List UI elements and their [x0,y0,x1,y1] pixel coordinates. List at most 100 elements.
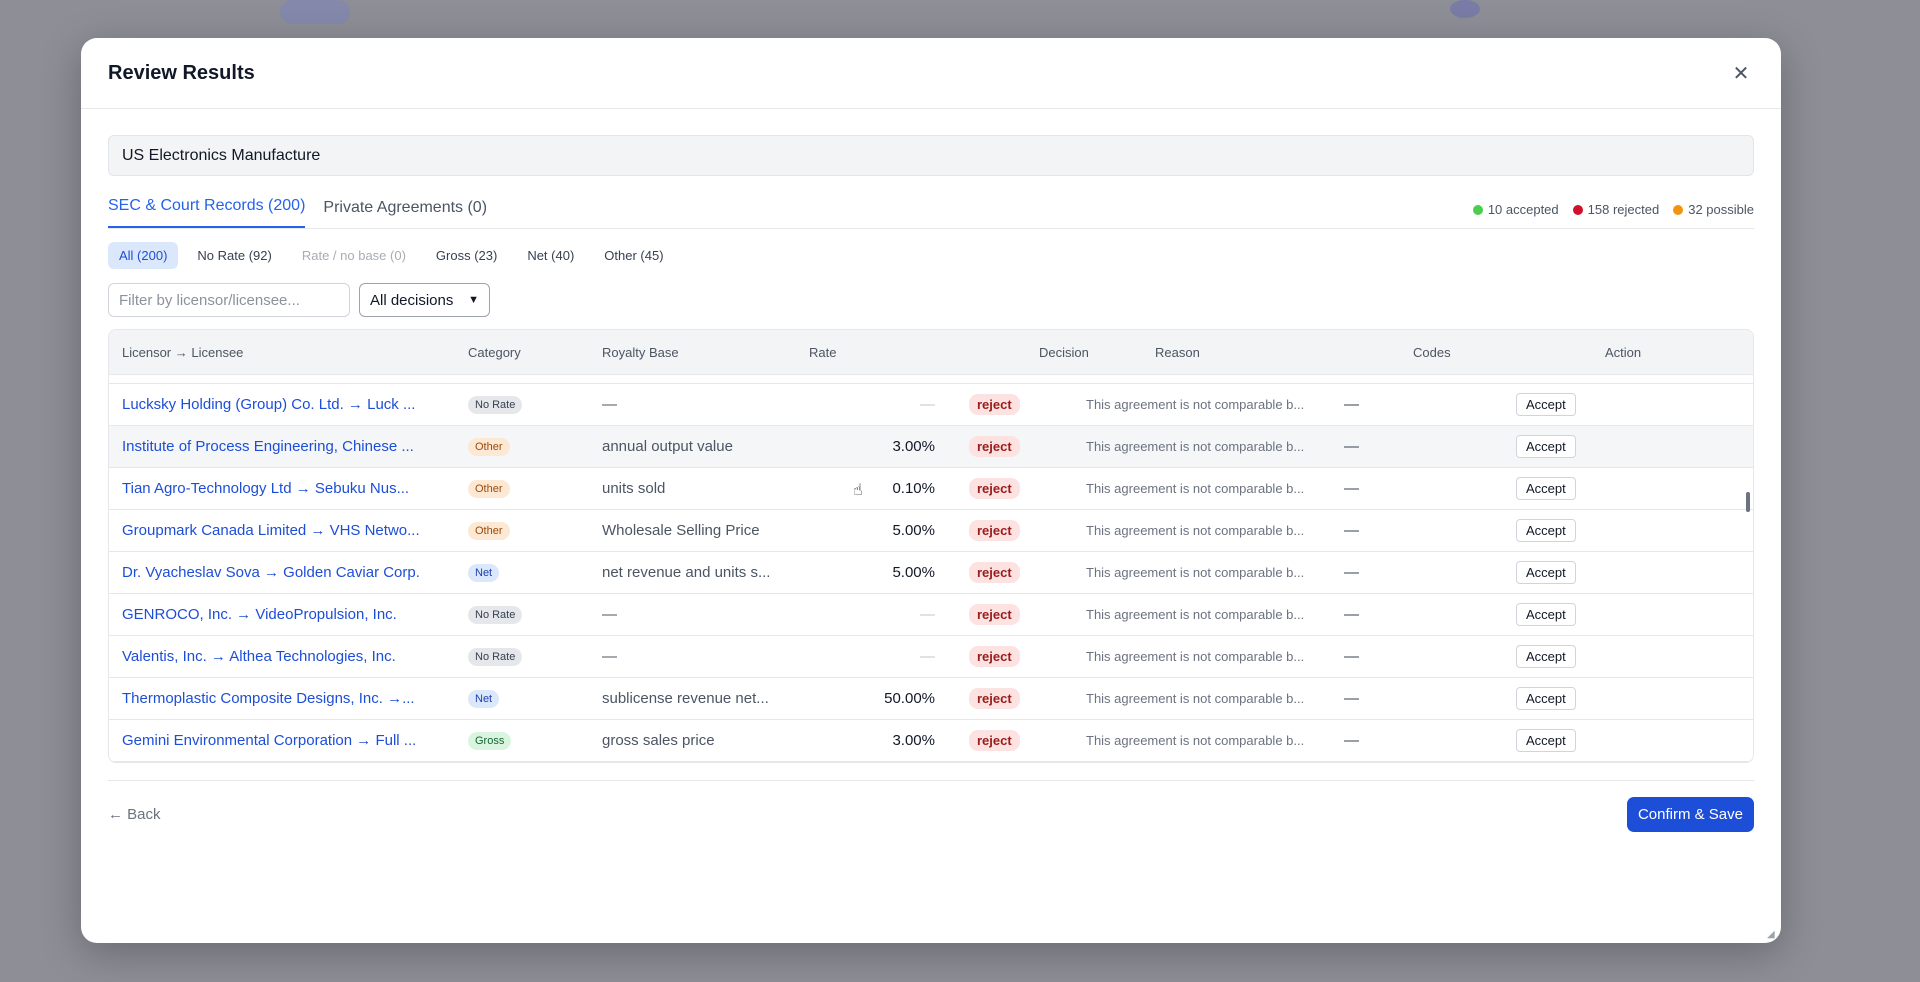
accept-button[interactable]: Accept [1516,645,1576,668]
category-badge: No Rate [468,606,523,624]
reason-cell: This agreement is not comparable b... [1086,649,1305,664]
filter-chip[interactable]: Net (40) [516,242,585,269]
decision-badge: reject [969,394,1020,415]
accept-button[interactable]: Accept [1516,603,1576,626]
stat-item: 32 possible [1673,202,1754,217]
category-badge: Other [468,480,510,498]
close-icon[interactable]: ✕ [1729,61,1753,85]
reason-cell: This agreement is not comparable b... [1086,691,1305,706]
licensor-link[interactable]: Gemini Environmental Corporation → Full … [109,732,455,749]
reason-cell: This agreement is not comparable b... [1086,607,1305,622]
filter-chip[interactable]: Other (45) [593,242,674,269]
royalty-base-cell: sublicense revenue net... [602,690,769,707]
accept-button[interactable]: Accept [1516,393,1576,416]
table-row: Lucksky Holding (Group) Co. Ltd. → Luck … [109,384,1753,426]
licensor-link[interactable]: Valentis, Inc. → Althea Technologies, In… [109,648,455,665]
status-dot-icon [1572,204,1583,215]
tabs-row: SEC & Court Records (200) Private Agreeme… [108,189,1754,229]
licensor-link[interactable]: Lucksky Holding (Group) Co. Ltd. → Luck … [109,396,455,413]
company-name: US Electronics Manufacture [122,146,321,164]
header-codes: Codes [1413,344,1451,360]
tab-1[interactable]: Private Agreements (0) [323,189,487,228]
category-badge: Gross [468,732,512,750]
tab-0[interactable]: SEC & Court Records (200) [108,189,306,228]
rate-cell: 50.00% [884,690,935,707]
action-cell: Accept [1503,519,1633,542]
stat-label: 32 possible [1688,202,1754,217]
action-cell: Accept [1503,393,1633,416]
codes-cell: — [1344,732,1359,749]
royalty-base-cell: — [602,606,617,623]
table-row: Tian Agro-Technology Ltd → Sebuku Nus...… [109,468,1753,510]
resize-handle-icon[interactable]: ◢ [1767,929,1777,940]
category-badge: Net [468,564,500,582]
category-filter-chips: All (200) No Rate (92) Rate / no base (0) G… [108,242,1754,269]
filter-chip: Rate / no base (0) [301,248,406,263]
header-category: Category [468,344,521,360]
decision-cell: reject [956,688,1073,709]
filters-row: All decisions ▼ [108,283,1754,317]
licensor-link[interactable]: Tian Agro-Technology Ltd → Sebuku Nus... [109,480,455,497]
decision-cell: reject [956,562,1073,583]
stat-label: 10 accepted [1487,202,1559,217]
royalty-base-cell: gross sales price [602,732,715,749]
category-cell: Other [455,479,589,498]
header-rate: Rate [809,344,837,360]
rate-cell: 5.00% [892,522,935,539]
chevron-down-icon: ▼ [468,294,479,306]
category-badge: No Rate [468,396,523,414]
accept-button[interactable]: Accept [1516,477,1576,500]
codes-cell: — [1344,522,1359,539]
table-row: GENROCO, Inc. → VideoPropulsion, Inc. No … [109,594,1753,636]
accept-button[interactable]: Accept [1516,729,1576,752]
licensor-link[interactable]: Groupmark Canada Limited → VHS Netwo... [109,522,455,539]
table-scrollbar[interactable] [1746,492,1750,512]
royalty-base-cell: units sold [602,480,666,497]
modal-header: Review Results ✕ [81,38,1781,109]
table-row-partial [109,375,1753,384]
category-cell: Gross [455,731,589,750]
decision-badge: reject [969,436,1020,457]
back-button[interactable]: ← Back [108,806,161,823]
accept-button[interactable]: Accept [1516,561,1576,584]
rate-cell: — [920,396,935,413]
header-action: Action [1605,344,1642,360]
confirm-save-button[interactable]: Confirm & Save [1626,797,1754,832]
decision-badge: reject [969,520,1020,541]
stat-item: 158 rejected [1572,202,1659,217]
decision-select[interactable]: All decisions ▼ [359,283,490,317]
decision-badge: reject [969,688,1020,709]
licensor-link[interactable]: Dr. Vyacheslav Sova → Golden Caviar Corp… [109,564,455,581]
reason-cell: This agreement is not comparable b... [1086,523,1305,538]
filter-chip[interactable]: No Rate (92) [186,242,282,269]
category-cell: No Rate [455,605,589,624]
reason-cell: This agreement is not comparable b... [1086,397,1305,412]
decision-badge: reject [969,478,1020,499]
codes-cell: — [1344,606,1359,623]
rate-cell: — [920,606,935,623]
category-cell: Net [455,689,589,708]
codes-cell: — [1344,564,1359,581]
codes-cell: — [1344,690,1359,707]
action-cell: Accept [1503,477,1633,500]
licensor-link[interactable]: Institute of Process Engineering, Chines… [109,438,455,455]
header-reason: Reason [1155,344,1200,360]
accept-button[interactable]: Accept [1516,519,1576,542]
filter-chip[interactable]: Gross (23) [425,242,508,269]
decision-cell: reject [956,730,1073,751]
licensor-link[interactable]: Thermoplastic Composite Designs, Inc. →.… [109,690,455,707]
codes-cell: — [1344,480,1359,497]
licensor-link[interactable]: GENROCO, Inc. → VideoPropulsion, Inc. [109,606,455,623]
header-royalty-base: Royalty Base [602,344,679,360]
rate-cell: — [920,648,935,665]
accept-button[interactable]: Accept [1516,687,1576,710]
decision-cell: reject [956,646,1073,667]
codes-cell: — [1344,396,1359,413]
codes-cell: — [1344,438,1359,455]
background-logo [280,0,350,24]
licensor-filter-input[interactable] [108,283,350,317]
filter-chip[interactable]: All (200) [108,242,179,269]
modal-title: Review Results [108,61,255,84]
category-badge: No Rate [468,648,523,666]
accept-button[interactable]: Accept [1516,435,1576,458]
